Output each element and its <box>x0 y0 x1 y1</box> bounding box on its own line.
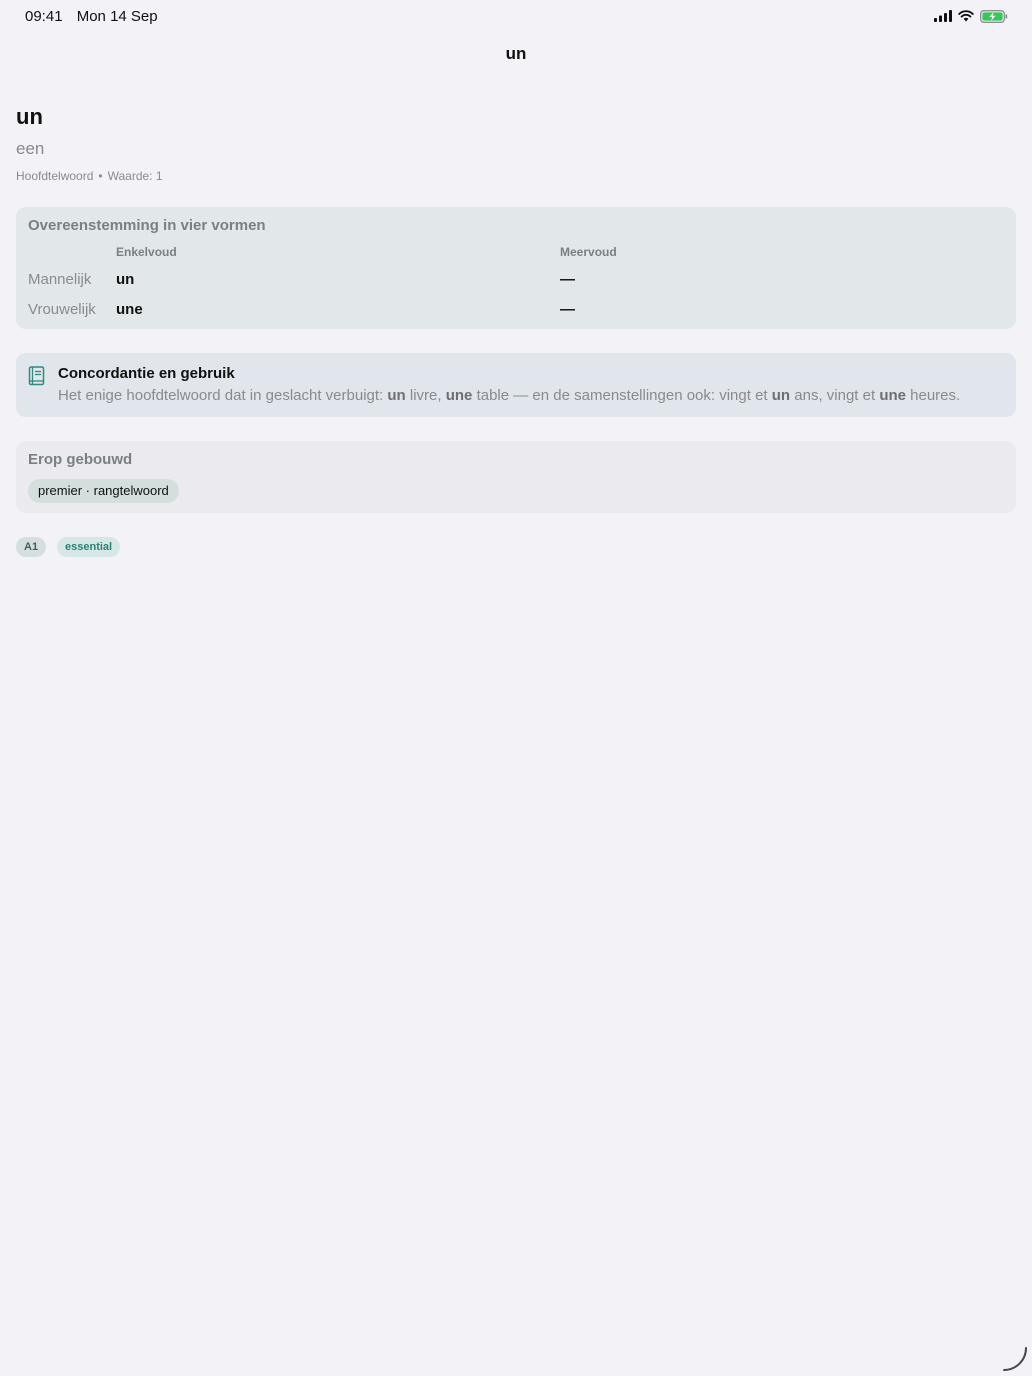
related-word-chip[interactable]: premier · rangtelwoord <box>28 479 179 503</box>
usage-text-emphasis: une <box>879 387 906 404</box>
usage-text-emphasis: un <box>771 387 791 404</box>
form-singular: un <box>116 271 135 288</box>
agreement-card: Overeenstemming in vier vormen Enkelvoud… <box>16 207 1016 329</box>
usage-text-emphasis: une <box>445 387 473 404</box>
entry-meta: Hoofdtelwoord • Waarde: 1 <box>16 169 1016 183</box>
entry-content: un een Hoofdtelwoord • Waarde: 1 Overeenst… <box>16 100 1016 557</box>
usage-text: Het enige hoofdtelwoord dat in geslacht … <box>58 387 960 404</box>
agreement-title: Overeenstemming in vier vormen <box>28 217 266 234</box>
usage-title: Concordantie en gebruik <box>58 365 235 382</box>
level-badge: A1 <box>16 537 47 557</box>
row-label: Mannelijk <box>28 271 92 288</box>
form-singular: une <box>116 301 143 318</box>
agreement-table: Enkelvoud Meervoud Mannelijk un — Vrouwe… <box>28 245 1004 327</box>
part-of-speech: Hoofdtelwoord <box>16 169 94 183</box>
translation: een <box>16 139 45 158</box>
row-label: Vrouwelijk <box>28 301 96 318</box>
cellular-signal-icon <box>934 10 952 22</box>
usage-card: Concordantie en gebruik Het enige hoofdt… <box>16 353 1016 417</box>
usage-text-part: Het enige hoofdtelwoord dat in geslacht … <box>58 387 388 404</box>
usage-text-part: heures. <box>905 387 961 404</box>
agreement-header-row: Enkelvoud Meervoud <box>28 245 1004 267</box>
agreement-row-masculine: Mannelijk un — <box>28 267 1004 297</box>
status-bar: 09:41 Mon 14 Sep <box>0 0 1032 32</box>
usage-text-part: ans, vingt et <box>790 387 880 404</box>
wifi-icon <box>958 10 974 22</box>
numeric-value: Waarde: 1 <box>107 169 163 183</box>
frequency-badge: essential <box>57 537 121 557</box>
column-header-singular: Enkelvoud <box>116 245 177 259</box>
usage-text-emphasis: un <box>387 387 406 404</box>
status-clock: 09:41 <box>25 8 63 25</box>
meta-separator: • <box>98 169 103 183</box>
status-time: 09:41 Mon 14 Sep <box>25 8 168 25</box>
headword: un <box>16 104 43 129</box>
nav-title: un <box>505 44 527 63</box>
corner-indicator-icon <box>1003 1347 1027 1371</box>
built-on-card: Erop gebouwd premier · rangtelwoord <box>16 441 1016 513</box>
form-plural: — <box>560 301 575 318</box>
agreement-row-feminine: Vrouwelijk une — <box>28 297 1004 327</box>
tag-row: A1 essential <box>16 537 1016 557</box>
usage-text-part: livre, <box>405 387 446 404</box>
form-plural: — <box>560 271 575 288</box>
book-icon <box>28 366 45 386</box>
built-on-title: Erop gebouwd <box>28 451 133 468</box>
column-header-plural: Meervoud <box>560 245 617 259</box>
battery-charging-icon <box>980 9 1008 23</box>
status-date: Mon 14 Sep <box>76 8 158 25</box>
status-icons <box>934 8 1008 24</box>
usage-text-part: table — en de samenstellingen ook: vingt… <box>472 387 772 404</box>
